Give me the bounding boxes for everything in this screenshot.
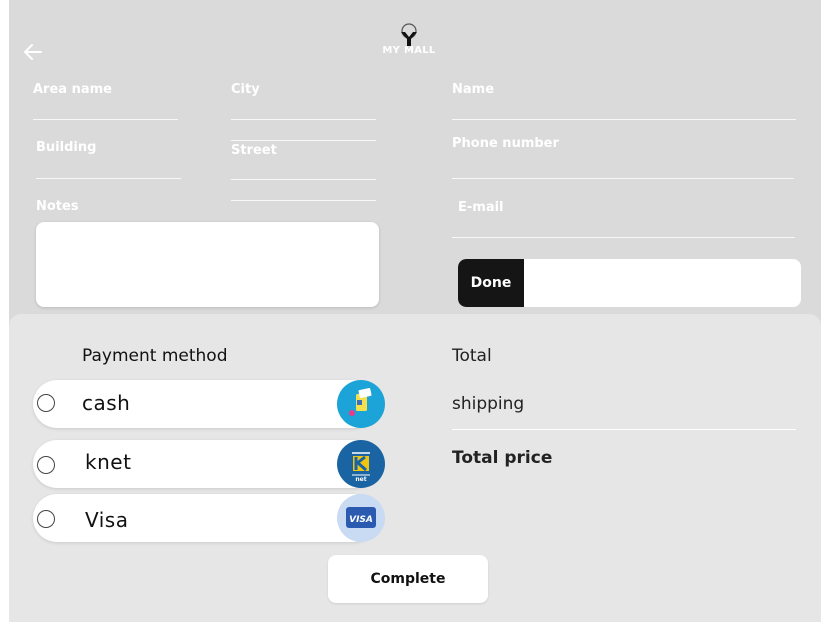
done-input-group: Done <box>458 259 801 307</box>
arrow-left-icon <box>24 44 42 60</box>
visa-icon: VISA <box>337 494 385 542</box>
done-button[interactable]: Done <box>458 259 524 307</box>
payment-method-title: Payment method <box>82 346 228 366</box>
payment-option-visa[interactable]: Visa VISA <box>33 494 385 542</box>
street-divider <box>231 200 376 201</box>
building-label: Building <box>36 140 97 155</box>
street-input[interactable] <box>231 179 376 180</box>
payment-option-cash[interactable]: cash <box>33 380 385 428</box>
name-label: Name <box>452 82 495 97</box>
phone-label: Phone number <box>452 136 559 151</box>
city-divider <box>231 140 376 141</box>
brand-logo: MY MALL <box>379 20 439 62</box>
area-name-label: Area name <box>33 82 112 97</box>
email-label: E-mail <box>458 200 504 215</box>
svg-text:VISA: VISA <box>349 515 373 525</box>
city-label: City <box>231 82 260 97</box>
knet-radio[interactable] <box>37 456 55 474</box>
street-label: Street <box>231 143 277 158</box>
notes-textarea[interactable] <box>36 222 379 307</box>
payment-panel: Payment method cash knet net Visa VISA T… <box>9 314 821 622</box>
shipping-label: shipping <box>452 394 525 414</box>
checkout-screen: MY MALL Area name City Building Street N… <box>9 0 821 622</box>
area-name-input[interactable] <box>33 119 178 120</box>
city-input[interactable] <box>231 119 376 120</box>
payment-option-knet[interactable]: knet net <box>33 440 385 488</box>
visa-label: Visa <box>85 508 129 532</box>
total-label: Total <box>452 346 492 366</box>
visa-radio[interactable] <box>37 510 55 528</box>
complete-button[interactable]: Complete <box>328 555 488 603</box>
knet-label: knet <box>85 450 132 474</box>
cash-radio[interactable] <box>37 394 55 412</box>
brand-name: MY MALL <box>382 45 436 56</box>
summary-divider <box>452 429 796 430</box>
done-input-field[interactable] <box>524 259 801 307</box>
back-button[interactable] <box>21 41 45 63</box>
name-input[interactable] <box>452 119 796 120</box>
knet-icon: net <box>337 440 385 488</box>
phone-input[interactable] <box>452 178 794 179</box>
cash-icon <box>337 380 385 428</box>
total-price-label: Total price <box>452 448 553 468</box>
cash-label: cash <box>82 391 131 415</box>
notes-label: Notes <box>36 199 79 214</box>
svg-text:net: net <box>355 476 366 483</box>
email-input[interactable] <box>452 237 795 238</box>
building-input[interactable] <box>36 178 181 179</box>
